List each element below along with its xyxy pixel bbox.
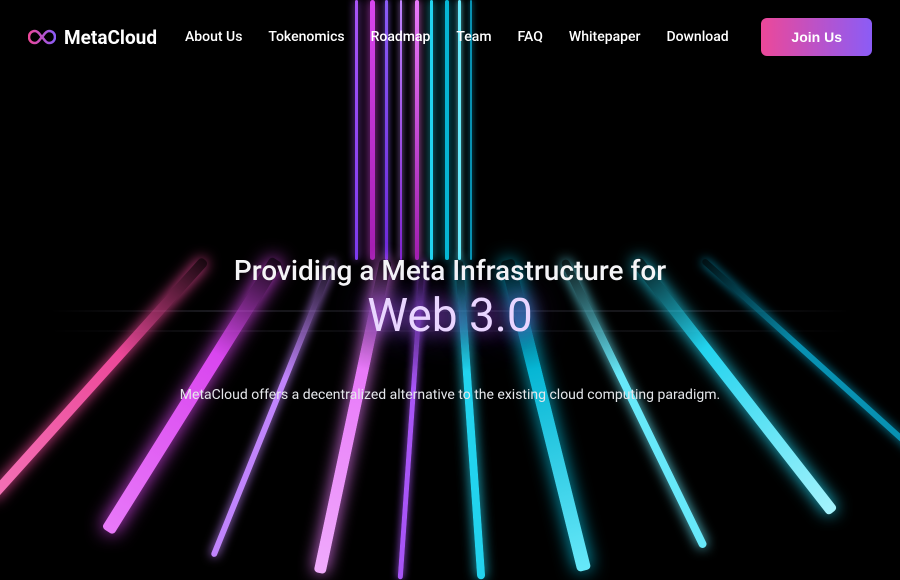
nav-faq[interactable]: FAQ (518, 29, 543, 45)
nav-about-us[interactable]: About Us (185, 29, 242, 45)
nav-download[interactable]: Download (666, 29, 728, 45)
nav-tokenomics[interactable]: Tokenomics (268, 29, 344, 45)
hero-section: Providing a Meta Infrastructure for Web … (0, 254, 900, 403)
nav-whitepaper[interactable]: Whitepaper (569, 29, 641, 45)
brand-logo[interactable]: MetaCloud (28, 26, 157, 49)
brand-name: MetaCloud (64, 26, 157, 49)
hero-heading-line2: Web 3.0 (0, 289, 900, 343)
join-us-button[interactable]: Join Us (761, 18, 872, 56)
header: MetaCloud About Us Tokenomics Roadmap Te… (0, 0, 900, 74)
hero-heading-line1: Providing a Meta Infrastructure for (0, 254, 900, 287)
nav-roadmap[interactable]: Roadmap (371, 29, 431, 45)
nav-team[interactable]: Team (456, 29, 491, 45)
infinity-icon (28, 27, 56, 47)
hero-subtitle: MetaCloud offers a decentralized alterna… (0, 387, 900, 403)
primary-nav: About Us Tokenomics Roadmap Team FAQ Whi… (185, 29, 729, 45)
